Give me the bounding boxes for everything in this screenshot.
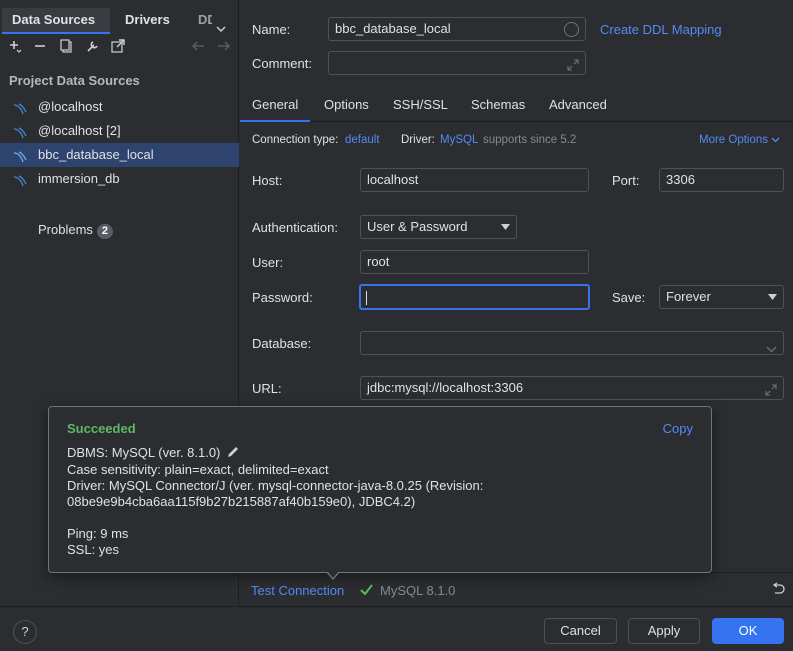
save-label: Save:	[612, 290, 646, 305]
driver-note: supports since 5.2	[483, 134, 577, 146]
back-arrow-icon[interactable]	[189, 38, 207, 56]
cancel-button[interactable]: Cancel	[544, 618, 617, 644]
create-ddl-mapping-link[interactable]: Create DDL Mapping	[600, 22, 722, 37]
driver-line-1: Driver: MySQL Connector/J (ver. mysql-co…	[67, 478, 484, 493]
mysql-icon	[13, 148, 27, 163]
url-value: jdbc:mysql://localhost:3306	[367, 380, 524, 395]
name-value: bbc_database_local	[335, 21, 451, 36]
driver-label: Driver:	[401, 134, 435, 146]
add-icon[interactable]	[6, 38, 24, 56]
more-options-label: More Options	[699, 134, 769, 146]
save-select[interactable]: Forever	[659, 285, 784, 309]
dropdown-arrow-icon	[501, 216, 510, 238]
connection-status: MySQL 8.1.0	[380, 583, 456, 598]
tab-drivers[interactable]: Drivers	[125, 8, 170, 34]
check-icon	[360, 583, 373, 598]
wrench-icon[interactable]	[84, 38, 102, 56]
ssl-line: SSL: yes	[67, 542, 120, 557]
test-connection-link[interactable]: Test Connection	[251, 583, 344, 598]
name-label: Name:	[252, 22, 291, 37]
datasource-item[interactable]: @localhost	[0, 95, 239, 119]
host-label: Host:	[252, 173, 283, 188]
user-field[interactable]: root	[360, 250, 589, 274]
tab-general[interactable]: General	[240, 90, 311, 122]
password-label: Password:	[252, 290, 313, 305]
tab-ssh-ssl[interactable]: SSH/SSL	[393, 90, 448, 122]
database-label: Database:	[252, 336, 312, 351]
popup-title: Succeeded	[67, 421, 136, 436]
comment-field[interactable]	[328, 51, 586, 75]
pencil-icon[interactable]	[226, 446, 239, 462]
datasource-item[interactable]: @localhost [2]	[0, 119, 239, 143]
tab-advanced[interactable]: Advanced	[549, 90, 607, 122]
url-field[interactable]: jdbc:mysql://localhost:3306	[360, 376, 784, 400]
expand-icon[interactable]	[567, 56, 579, 78]
popup-pointer-inner	[327, 571, 339, 578]
save-value: Forever	[666, 289, 711, 304]
ok-button[interactable]: OK	[712, 618, 784, 644]
datasource-label: @localhost [2]	[38, 123, 121, 138]
tab-data-sources[interactable]: Data Sources	[2, 8, 110, 34]
chevron-down-icon[interactable]	[216, 21, 226, 36]
chevron-down-icon	[771, 134, 780, 146]
left-tabs: Data Sources Drivers DDL	[0, 8, 239, 34]
connection-result-popup: Succeeded Copy DBMS: MySQL (ver. 8.1.0) …	[48, 406, 712, 573]
datasource-label: bbc_database_local	[38, 147, 154, 162]
more-options-link[interactable]: More Options	[699, 134, 780, 146]
authentication-label: Authentication:	[252, 220, 339, 235]
datasource-item-selected[interactable]: bbc_database_local	[0, 143, 239, 167]
user-label: User:	[252, 255, 284, 270]
connection-type-label: Connection type:	[252, 134, 339, 146]
authentication-value: User & Password	[367, 219, 468, 234]
remove-icon[interactable]	[31, 38, 49, 56]
expand-icon[interactable]	[765, 381, 777, 403]
host-field[interactable]: localhost	[360, 168, 589, 192]
forward-arrow-icon[interactable]	[215, 38, 233, 56]
dropdown-arrow-icon	[768, 286, 777, 308]
authentication-select[interactable]: User & Password	[360, 215, 517, 239]
port-field[interactable]: 3306	[659, 168, 784, 192]
copy-link[interactable]: Copy	[663, 421, 693, 436]
duplicate-icon[interactable]	[57, 38, 75, 56]
apply-button[interactable]: Apply	[628, 618, 700, 644]
database-field[interactable]	[360, 331, 784, 355]
datasource-label: @localhost	[38, 99, 103, 114]
reset-icon[interactable]	[771, 582, 785, 599]
settings-tabs: General Options SSH/SSL Schemas Advanced	[240, 90, 793, 122]
mysql-icon	[13, 124, 27, 139]
case-sensitivity-line: Case sensitivity: plain=exact, delimited…	[67, 462, 329, 477]
port-label: Port:	[612, 173, 640, 188]
url-label: URL:	[252, 381, 282, 396]
password-field[interactable]	[359, 284, 590, 310]
ping-line: Ping: 9 ms	[67, 526, 129, 541]
problems-item[interactable]: Problems 2	[38, 222, 114, 239]
circle-icon	[564, 22, 579, 37]
export-icon[interactable]	[109, 38, 127, 56]
driver-line-2: 08be9e9b4cba6aa115f9b27b215887af40b159e0…	[67, 494, 416, 509]
dialog-button-bar: ? Cancel Apply OK	[0, 606, 793, 651]
text-cursor	[366, 291, 367, 305]
problems-count-badge: 2	[96, 224, 114, 239]
project-data-sources-title: Project Data Sources	[9, 73, 140, 88]
tab-schemas[interactable]: Schemas	[471, 90, 525, 122]
problems-label: Problems	[38, 222, 93, 237]
dbms-line: DBMS: MySQL (ver. 8.1.0)	[67, 445, 239, 462]
left-toolbar	[0, 38, 239, 60]
datasource-item[interactable]: immersion_db	[0, 167, 239, 191]
name-field[interactable]: bbc_database_local	[328, 17, 586, 41]
datasource-label: immersion_db	[38, 171, 120, 186]
mysql-icon	[13, 100, 27, 115]
comment-label: Comment:	[252, 56, 312, 71]
dbms-text: DBMS: MySQL (ver. 8.1.0)	[67, 445, 221, 460]
mysql-icon	[13, 172, 27, 187]
help-button[interactable]: ?	[13, 620, 37, 644]
tab-options[interactable]: Options	[324, 90, 369, 122]
driver-link[interactable]: MySQL	[440, 134, 478, 146]
test-connection-bar: Test Connection MySQL 8.1.0	[240, 572, 793, 606]
tab-ddl[interactable]: DDL	[198, 8, 212, 34]
connection-type-link[interactable]: default	[345, 134, 380, 146]
chevron-down-icon[interactable]	[766, 338, 777, 360]
